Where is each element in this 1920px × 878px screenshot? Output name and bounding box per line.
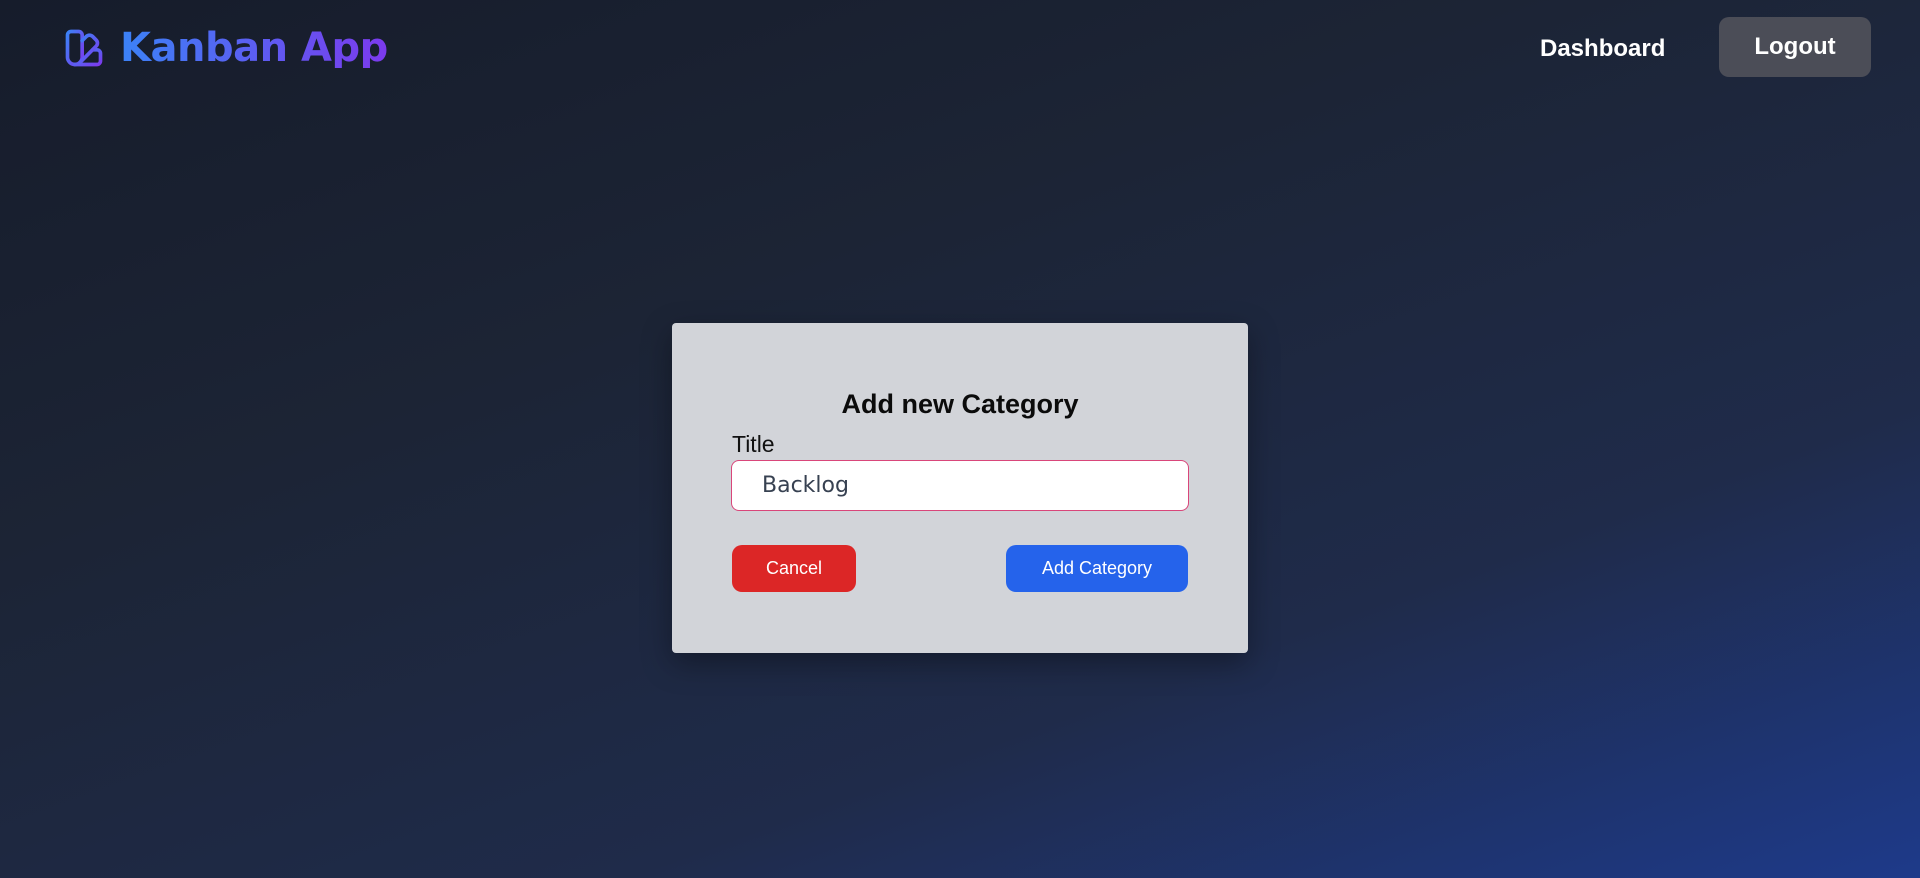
navbar: Kanban App Dashboard Logout — [0, 0, 1920, 96]
logout-button-label: Logout — [1754, 33, 1836, 60]
add-category-button[interactable]: Add Category — [1006, 545, 1188, 592]
swatch-book-icon — [65, 29, 103, 67]
nav-link-dashboard[interactable]: Dashboard — [1540, 31, 1665, 67]
title-input[interactable] — [731, 460, 1189, 511]
logout-button[interactable]: Logout — [1719, 17, 1871, 77]
title-field-label: Title — [732, 431, 775, 457]
modal-title: Add new Category — [841, 389, 1079, 419]
add-category-modal: Add new Category Title Cancel Add Catego… — [672, 323, 1248, 653]
cancel-button[interactable]: Cancel — [732, 545, 856, 592]
brand-name: Kanban App — [120, 25, 388, 71]
brand-logo[interactable]: Kanban App — [62, 24, 388, 72]
